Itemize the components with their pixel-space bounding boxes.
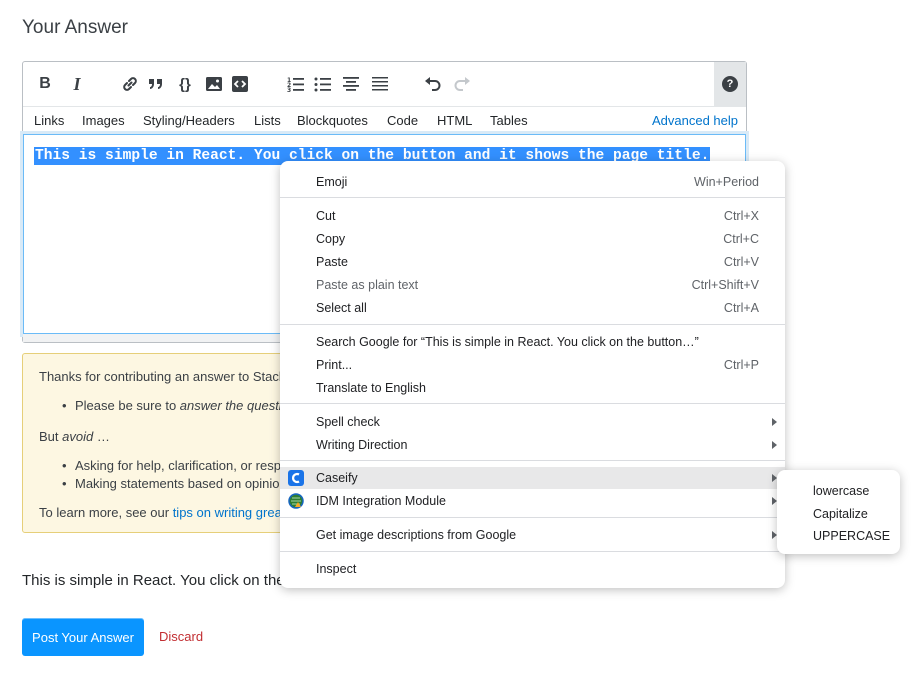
image-icon xyxy=(206,77,222,91)
answer-guidance-notice: Thanks for contributing an answer to Sta… xyxy=(22,353,322,533)
menu-item-caseify[interactable]: Caseify xyxy=(280,467,785,489)
horizontal-rule-icon xyxy=(372,77,388,91)
submenu-arrow-icon xyxy=(772,441,777,449)
italic-button[interactable]: I xyxy=(66,73,88,95)
notice-bullet: Making statements based on opinion xyxy=(45,477,288,492)
answer-preview: This is simple in React. You click on th… xyxy=(22,572,285,589)
help-icon: ? xyxy=(722,76,738,92)
idm-icon xyxy=(288,493,304,509)
undo-icon xyxy=(425,77,441,91)
editor-toolbar: B I {} 123 ? xyxy=(23,62,746,107)
tab-styling-headers[interactable]: Styling/Headers xyxy=(143,113,235,128)
menu-item-translate[interactable]: Translate to English xyxy=(280,377,785,399)
menu-item-search-google[interactable]: Search Google for “This is simple in Rea… xyxy=(280,331,785,353)
menu-item-spell-check[interactable]: Spell check xyxy=(280,411,785,433)
menu-item-writing-direction[interactable]: Writing Direction xyxy=(280,434,785,456)
menu-item-select-all[interactable]: Select all Ctrl+A xyxy=(280,297,785,319)
horizontal-rule-button[interactable] xyxy=(369,73,391,95)
tab-blockquotes[interactable]: Blockquotes xyxy=(297,113,368,128)
menu-separator xyxy=(280,197,785,198)
menu-item-cut[interactable]: Cut Ctrl+X xyxy=(280,205,785,227)
menu-separator xyxy=(280,517,785,518)
redo-button[interactable] xyxy=(451,73,473,95)
notice-intro: Thanks for contributing an answer to Sta… xyxy=(39,369,286,384)
menu-separator xyxy=(280,460,785,461)
menu-separator xyxy=(280,403,785,404)
advanced-help-link[interactable]: Advanced help xyxy=(652,113,738,128)
tips-link[interactable]: tips on writing grea xyxy=(173,505,282,520)
bold-icon: B xyxy=(39,75,51,92)
context-menu: Emoji Win+Period Cut Ctrl+X Copy Ctrl+C … xyxy=(280,161,785,588)
submenu-item-capitalize[interactable]: Capitalize xyxy=(813,507,868,521)
menu-item-paste-plain[interactable]: Paste as plain text Ctrl+Shift+V xyxy=(280,274,785,296)
menu-item-idm[interactable]: IDM Integration Module xyxy=(280,490,785,512)
notice-bullet: Please be sure to answer the question xyxy=(45,399,296,414)
menu-item-inspect[interactable]: Inspect xyxy=(280,558,785,580)
menu-item-emoji[interactable]: Emoji Win+Period xyxy=(280,171,785,193)
unordered-list-icon xyxy=(314,77,331,92)
caseify-submenu: lowercase Capitalize UPPERCASE xyxy=(777,470,900,554)
image-button[interactable] xyxy=(203,73,225,95)
redo-icon xyxy=(454,77,470,91)
help-button[interactable]: ? xyxy=(714,62,746,106)
menu-item-paste[interactable]: Paste Ctrl+V xyxy=(280,251,785,273)
undo-button[interactable] xyxy=(422,73,444,95)
link-icon xyxy=(123,77,137,91)
quote-icon xyxy=(149,79,162,89)
quote-button[interactable] xyxy=(145,73,167,95)
submenu-arrow-icon xyxy=(772,418,777,426)
tab-images[interactable]: Images xyxy=(82,113,125,128)
snippet-button[interactable] xyxy=(229,73,251,95)
notice-learn-more: To learn more, see our tips on writing g… xyxy=(39,505,282,520)
unordered-list-button[interactable] xyxy=(312,73,334,95)
notice-bullet: Asking for help, clarification, or respo xyxy=(45,459,288,474)
italic-icon: I xyxy=(73,73,81,94)
heading-icon xyxy=(343,77,359,91)
tab-links[interactable]: Links xyxy=(34,113,64,128)
code-button[interactable]: {} xyxy=(174,73,196,95)
tab-lists[interactable]: Lists xyxy=(254,113,281,128)
page-title: Your Answer xyxy=(22,17,128,38)
caseify-icon xyxy=(288,470,304,486)
menu-separator xyxy=(280,324,785,325)
tab-tables[interactable]: Tables xyxy=(490,113,528,128)
notice-but: But avoid … xyxy=(39,429,110,444)
ordered-list-button[interactable]: 123 xyxy=(285,73,307,95)
heading-button[interactable] xyxy=(340,73,362,95)
bold-button[interactable]: B xyxy=(34,73,56,95)
snippet-icon xyxy=(232,76,248,92)
menu-item-image-descriptions[interactable]: Get image descriptions from Google xyxy=(280,524,785,546)
menu-item-print[interactable]: Print... Ctrl+P xyxy=(280,354,785,376)
submenu-item-uppercase[interactable]: UPPERCASE xyxy=(813,529,890,543)
link-button[interactable] xyxy=(119,73,141,95)
help-tabs: Links Images Styling/Headers Lists Block… xyxy=(23,107,746,134)
svg-text:3: 3 xyxy=(287,87,291,93)
menu-item-copy[interactable]: Copy Ctrl+C xyxy=(280,228,785,250)
submenu-item-lowercase[interactable]: lowercase xyxy=(813,484,869,498)
discard-button[interactable]: Discard xyxy=(159,629,203,644)
menu-separator xyxy=(280,551,785,552)
ordered-list-icon: 123 xyxy=(287,77,304,93)
tab-html[interactable]: HTML xyxy=(437,113,472,128)
tab-code[interactable]: Code xyxy=(387,113,418,128)
code-icon: {} xyxy=(179,75,191,93)
post-answer-button[interactable]: Post Your Answer xyxy=(22,618,144,656)
